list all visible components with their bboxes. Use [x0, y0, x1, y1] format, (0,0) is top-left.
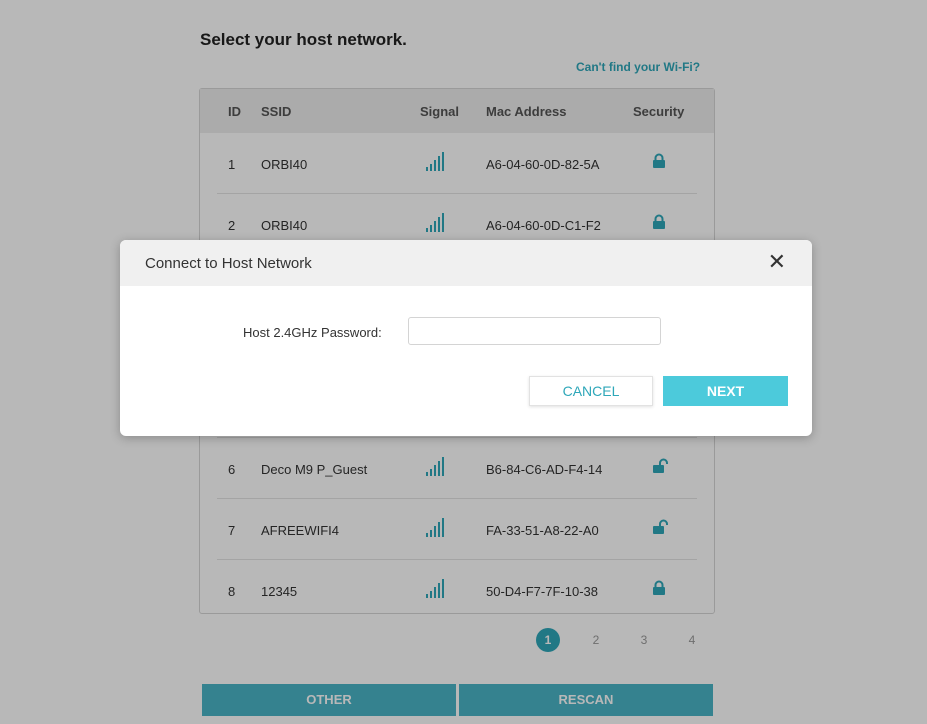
- dialog-header: Connect to Host Network ✕: [120, 240, 812, 286]
- dialog-title: Connect to Host Network: [145, 255, 312, 272]
- cancel-button[interactable]: CANCEL: [529, 376, 653, 406]
- password-input[interactable]: [408, 317, 661, 345]
- connect-host-dialog: Connect to Host Network ✕ Host 2.4GHz Pa…: [120, 240, 812, 436]
- close-icon[interactable]: ✕: [768, 251, 786, 273]
- password-label: Host 2.4GHz Password:: [243, 325, 382, 340]
- next-button[interactable]: NEXT: [663, 376, 788, 406]
